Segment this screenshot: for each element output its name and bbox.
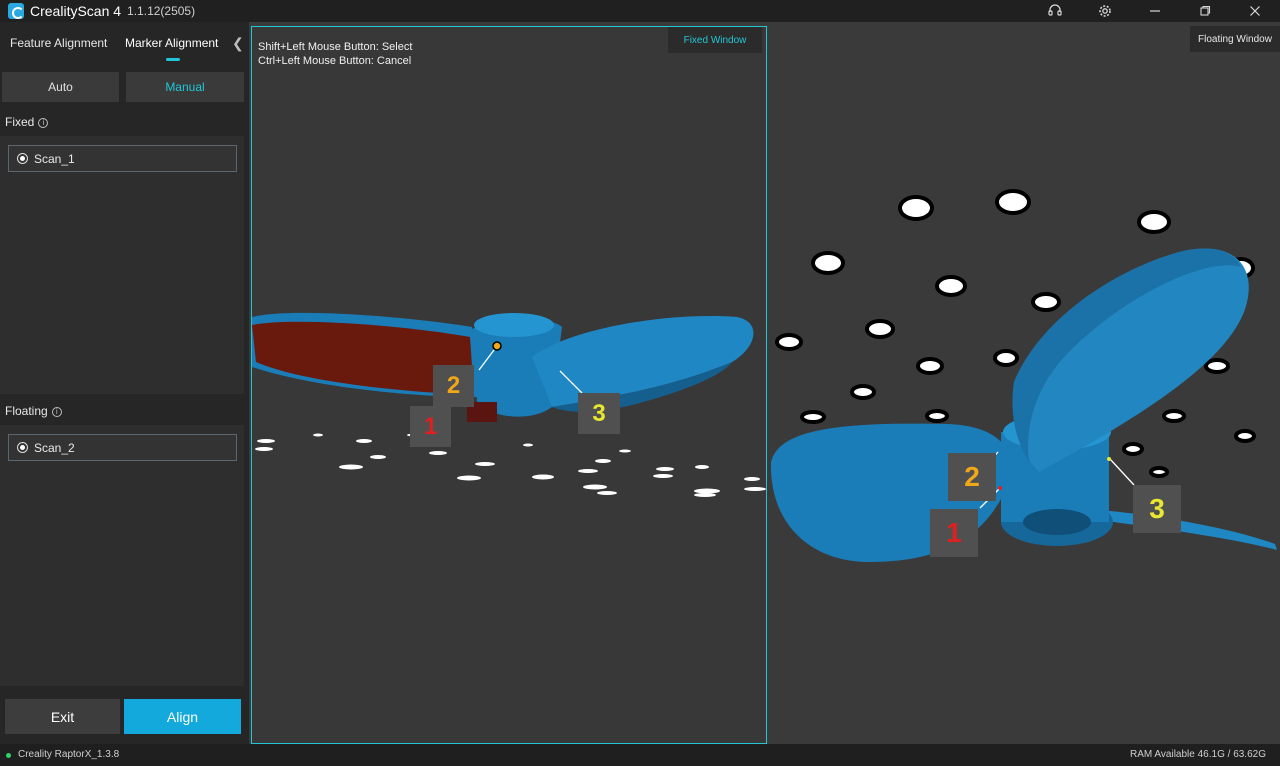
fixed-scan-item[interactable]: Scan_1 xyxy=(8,145,237,172)
manual-mode-button[interactable]: Manual xyxy=(126,72,244,102)
floating-marker-2[interactable]: 2 xyxy=(948,453,996,501)
fixed-section-header: Fixed i xyxy=(5,115,49,129)
floating-window-tab[interactable]: Floating Window xyxy=(1190,26,1280,52)
select-hint: Shift+Left Mouse Button: Select xyxy=(258,41,413,53)
fixed-marker-1[interactable]: 1 xyxy=(410,406,451,447)
close-icon[interactable] xyxy=(1230,0,1280,22)
floating-section-header: Floating i xyxy=(5,404,62,418)
info-icon[interactable]: i xyxy=(38,118,49,128)
exit-button[interactable]: Exit xyxy=(5,699,120,734)
auto-mode-button[interactable]: Auto xyxy=(2,72,119,102)
floating-scan-list: Scan_2 xyxy=(0,425,244,686)
title-bar: CrealityScan 4 1.1.12(2505) xyxy=(0,0,1280,22)
3d-viewport[interactable]: Floating Window Shift+Left Mouse Button:… xyxy=(249,22,1280,744)
tab-feature-alignment[interactable]: Feature Alignment xyxy=(10,22,107,50)
radio-selected-icon[interactable] xyxy=(17,442,28,453)
app-version: 1.1.12(2505) xyxy=(127,4,196,18)
fixed-window-tab[interactable]: Fixed Window xyxy=(668,27,762,53)
fixed-marker-3[interactable]: 3 xyxy=(578,393,620,434)
minimize-icon[interactable] xyxy=(1130,0,1180,22)
connection-status-icon xyxy=(6,753,11,758)
active-tab-indicator xyxy=(166,58,180,61)
tab-marker-alignment[interactable]: Marker Alignment xyxy=(125,22,218,50)
alignment-tabs: Feature Alignment Marker Alignment ❮ xyxy=(0,22,249,64)
radio-selected-icon[interactable] xyxy=(17,153,28,164)
app-logo-icon xyxy=(8,3,24,19)
floating-scan-item[interactable]: Scan_2 xyxy=(8,434,237,461)
info-icon[interactable]: i xyxy=(51,407,62,417)
fixed-window-scene[interactable] xyxy=(252,27,766,743)
floating-marker-1[interactable]: 1 xyxy=(930,509,978,557)
gear-icon[interactable] xyxy=(1080,0,1130,22)
fixed-marker-2[interactable]: 2 xyxy=(433,365,474,407)
floating-scan-name: Scan_2 xyxy=(34,440,75,455)
headset-icon[interactable] xyxy=(1030,0,1080,22)
alignment-sidebar: Feature Alignment Marker Alignment ❮ Aut… xyxy=(0,22,249,744)
fixed-label: Fixed xyxy=(5,115,35,129)
fixed-scan-list: Scan_1 xyxy=(0,136,244,394)
fixed-scan-name: Scan_1 xyxy=(34,151,75,166)
window-controls xyxy=(1030,0,1280,22)
ram-available: RAM Available 46.1G / 63.62G xyxy=(1129,749,1266,760)
app-name: CrealityScan 4 xyxy=(30,3,122,19)
restore-icon[interactable] xyxy=(1180,0,1230,22)
cancel-hint: Ctrl+Left Mouse Button: Cancel xyxy=(258,55,412,67)
mode-toggle: Auto Manual xyxy=(0,72,249,102)
device-name: Creality RaptorX_1.3.8 xyxy=(18,749,120,760)
align-button[interactable]: Align xyxy=(124,699,241,734)
floating-label: Floating xyxy=(5,404,48,418)
collapse-chevron-left-icon[interactable]: ❮ xyxy=(232,35,244,52)
fixed-window[interactable]: Shift+Left Mouse Button: Select Ctrl+Lef… xyxy=(251,26,767,744)
status-bar: Creality RaptorX_1.3.8 RAM Available 46.… xyxy=(0,744,1280,766)
floating-marker-3[interactable]: 3 xyxy=(1133,485,1181,533)
